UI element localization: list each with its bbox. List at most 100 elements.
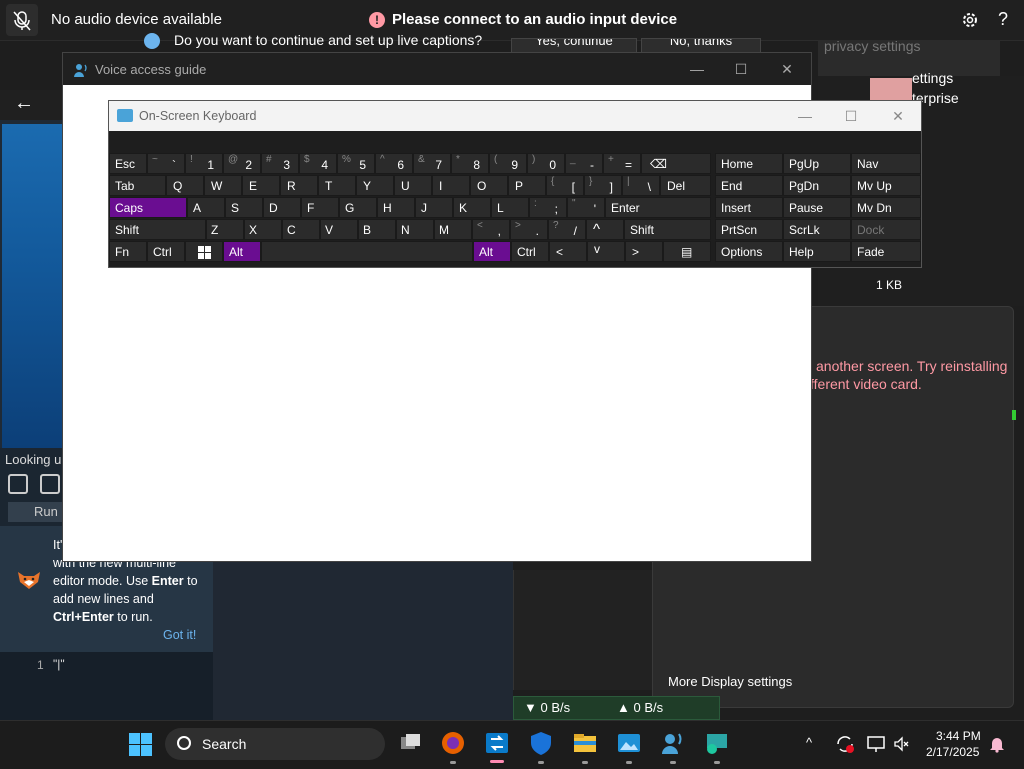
key-ctrl-left[interactable]: Ctrl bbox=[147, 241, 185, 262]
key-l[interactable]: L bbox=[491, 197, 529, 218]
key-p[interactable]: P bbox=[508, 175, 546, 196]
security-shield-icon[interactable] bbox=[528, 730, 554, 756]
key-n[interactable]: N bbox=[396, 219, 434, 240]
firefox-icon[interactable] bbox=[440, 730, 466, 756]
key-g[interactable]: G bbox=[339, 197, 377, 218]
key-right-arrow[interactable]: > bbox=[625, 241, 663, 262]
accessibility-app-icon[interactable] bbox=[704, 730, 730, 756]
inspect-element-icon[interactable] bbox=[8, 474, 28, 494]
key-a[interactable]: A bbox=[187, 197, 225, 218]
key-options[interactable]: Options bbox=[715, 241, 783, 262]
key-backtick[interactable]: ~ ` bbox=[147, 153, 185, 174]
key-i[interactable]: I bbox=[432, 175, 470, 196]
key-pgdn[interactable]: PgDn bbox=[783, 175, 851, 196]
key-t[interactable]: T bbox=[318, 175, 356, 196]
osk-minimize-button[interactable]: — bbox=[793, 105, 817, 127]
responsive-mode-icon[interactable] bbox=[40, 474, 60, 494]
clock-date[interactable]: 2/17/2025 bbox=[926, 745, 979, 759]
key-5[interactable]: % 5 bbox=[337, 153, 375, 174]
key-home[interactable]: Home bbox=[715, 153, 783, 174]
key-fn[interactable]: Fn bbox=[109, 241, 147, 262]
key-del[interactable]: Del bbox=[660, 175, 711, 196]
key-shift-left[interactable]: Shift bbox=[109, 219, 206, 240]
key-v[interactable]: V bbox=[320, 219, 358, 240]
remote-desktop-icon[interactable] bbox=[484, 730, 510, 756]
key-esc[interactable]: Esc bbox=[109, 153, 147, 174]
key-menu[interactable]: ▤ bbox=[663, 241, 711, 262]
key-mvdn[interactable]: Mv Dn bbox=[851, 197, 921, 218]
key-help[interactable]: Help bbox=[783, 241, 851, 262]
guide-maximize-button[interactable]: ☐ bbox=[730, 58, 752, 80]
key-3[interactable]: #3 bbox=[261, 153, 299, 174]
key-prtscn[interactable]: PrtScn bbox=[715, 219, 783, 240]
key-minus[interactable]: _ - bbox=[565, 153, 603, 174]
task-view-icon[interactable] bbox=[397, 730, 423, 756]
key-ctrl-right[interactable]: Ctrl bbox=[511, 241, 549, 262]
key-end[interactable]: End bbox=[715, 175, 783, 196]
key-4[interactable]: $4 bbox=[299, 153, 337, 174]
key-x[interactable]: X bbox=[244, 219, 282, 240]
key-pgup[interactable]: PgUp bbox=[783, 153, 851, 174]
key-enter[interactable]: Enter bbox=[605, 197, 711, 218]
key-h[interactable]: H bbox=[377, 197, 415, 218]
key-7[interactable]: & 7 bbox=[413, 153, 451, 174]
voice-access-taskbar-icon[interactable] bbox=[660, 730, 686, 756]
more-display-settings-link[interactable]: More Display settings bbox=[668, 674, 792, 689]
guide-minimize-button[interactable]: — bbox=[686, 58, 708, 80]
key-space[interactable] bbox=[261, 241, 473, 262]
key-up-arrow[interactable]: ^ bbox=[586, 219, 624, 240]
key-fade[interactable]: Fade bbox=[851, 241, 921, 262]
key-k[interactable]: K bbox=[453, 197, 491, 218]
chevron-up-icon[interactable]: ^ bbox=[806, 735, 812, 750]
key-right-bracket[interactable]: }] bbox=[584, 175, 622, 196]
key-m[interactable]: M bbox=[434, 219, 472, 240]
osk-close-button[interactable]: ✕ bbox=[886, 105, 910, 127]
privacy-settings-link[interactable]: privacy settings bbox=[824, 38, 920, 54]
network-monitor-icon[interactable] bbox=[866, 734, 888, 754]
key-slash[interactable]: ? / bbox=[548, 219, 586, 240]
key-alt-left[interactable]: Alt bbox=[223, 241, 261, 262]
key-scrlk[interactable]: ScrLk bbox=[783, 219, 851, 240]
volume-muted-icon[interactable] bbox=[893, 735, 911, 753]
key-d[interactable]: D bbox=[263, 197, 301, 218]
key-left-bracket[interactable]: {[ bbox=[546, 175, 584, 196]
key-pause[interactable]: Pause bbox=[783, 197, 851, 218]
osk-maximize-button[interactable]: ☐ bbox=[839, 105, 863, 127]
code-editor[interactable] bbox=[0, 652, 213, 720]
key-o[interactable]: O bbox=[470, 175, 508, 196]
key-c[interactable]: C bbox=[282, 219, 320, 240]
file-explorer-icon[interactable] bbox=[572, 730, 598, 756]
key-shift-right[interactable]: Shift bbox=[624, 219, 711, 240]
code-line[interactable]: "|" bbox=[53, 657, 65, 671]
key-y[interactable]: Y bbox=[356, 175, 394, 196]
windows-start-icon[interactable] bbox=[129, 733, 152, 756]
key-b[interactable]: B bbox=[358, 219, 396, 240]
key-6[interactable]: ^ 6 bbox=[375, 153, 413, 174]
key-backslash[interactable]: | \ bbox=[622, 175, 660, 196]
back-arrow-icon[interactable]: ← bbox=[14, 92, 34, 115]
sync-alert-icon[interactable] bbox=[834, 733, 856, 755]
key-caps[interactable]: Caps bbox=[109, 197, 187, 218]
key-dock[interactable]: Dock bbox=[851, 219, 921, 240]
key-quote[interactable]: " ' bbox=[567, 197, 605, 218]
key-e[interactable]: E bbox=[242, 175, 280, 196]
key-tab[interactable]: Tab bbox=[109, 175, 166, 196]
key-q[interactable]: Q bbox=[166, 175, 204, 196]
key-2[interactable]: @2 bbox=[223, 153, 261, 174]
key-8[interactable]: * 8 bbox=[451, 153, 489, 174]
key-insert[interactable]: Insert bbox=[715, 197, 783, 218]
key-windows[interactable] bbox=[185, 241, 223, 262]
key-z[interactable]: Z bbox=[206, 219, 244, 240]
got-it-link[interactable]: Got it! bbox=[163, 628, 196, 642]
key-f[interactable]: F bbox=[301, 197, 339, 218]
key-r[interactable]: R bbox=[280, 175, 318, 196]
key-j[interactable]: J bbox=[415, 197, 453, 218]
key-nav[interactable]: Nav bbox=[851, 153, 921, 174]
key-0[interactable]: ) 0 bbox=[527, 153, 565, 174]
key-1[interactable]: ! 1 bbox=[185, 153, 223, 174]
key-equals[interactable]: + = bbox=[603, 153, 641, 174]
key-period[interactable]: >. bbox=[510, 219, 548, 240]
key-semicolon[interactable]: :; bbox=[529, 197, 567, 218]
clock-time[interactable]: 3:44 PM bbox=[936, 729, 981, 743]
key-u[interactable]: U bbox=[394, 175, 432, 196]
